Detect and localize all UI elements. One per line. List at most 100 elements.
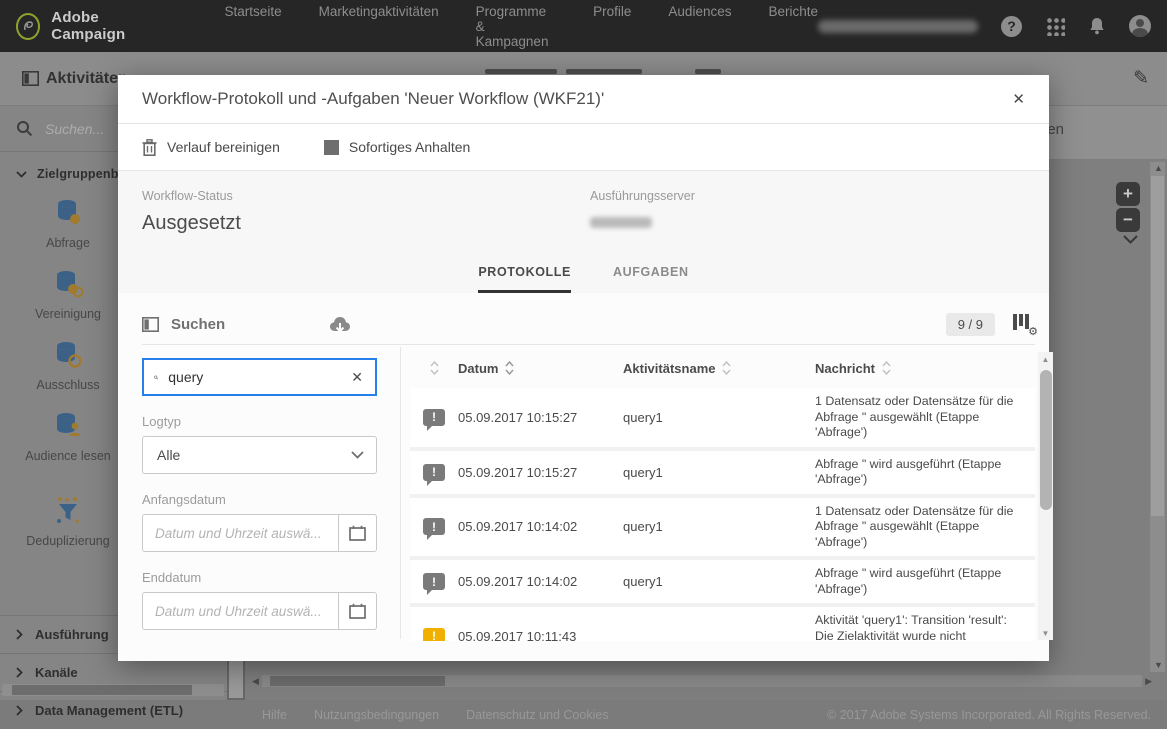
sort-icon [882,361,891,375]
chevron-right-icon [16,705,23,716]
canvas-horizontal-scrollbar[interactable]: ◀ ▶ [252,674,1152,688]
log-message: Abfrage " wird ausgeführt (Etappe 'Abfra… [815,457,1035,488]
chevron-down-icon [16,171,27,178]
clear-search-icon[interactable]: ✕ [349,369,365,386]
log-table-scrollbar[interactable]: ▲ ▼ [1038,352,1053,640]
sidebar-item-audience-lesen[interactable]: Audience lesen [25,409,110,463]
top-nav: Adobe Campaign Startseite Marketingaktiv… [0,0,1167,52]
log-activity: query1 [623,574,815,589]
sidebar-search-placeholder: Suchen... [45,121,104,137]
hidden-heading-fragment [566,69,642,74]
sort-severity-icon[interactable] [410,361,458,375]
log-date: 05.09.2017 10:15:27 [458,465,623,480]
sidebar-item-deduplizierung[interactable]: Deduplizierung [26,494,109,548]
nav-item-berichte[interactable]: Berichte [768,4,818,49]
column-header-datum[interactable]: Datum [458,361,623,376]
nav-item-profile[interactable]: Profile [593,4,631,49]
scrollbar-thumb[interactable] [1040,370,1052,510]
db-query-icon [52,196,84,228]
nav-item-marketingaktivitaeten[interactable]: Marketingaktivitäten [319,4,439,49]
nav-right: ? [818,15,1151,37]
nav-item-audiences[interactable]: Audiences [668,4,731,49]
column-settings-icon[interactable]: ⚙ [1013,314,1035,334]
end-date-field [142,592,377,630]
tab-protokolle[interactable]: PROTOKOLLE [478,265,571,293]
table-row[interactable]: 05.09.2017 10:14:02 query1 Abfrage " wir… [410,560,1035,603]
dedup-funnel-icon [51,494,85,526]
help-icon[interactable]: ? [1001,16,1022,37]
sidebar-section-data-management[interactable]: Data Management (ETL) [0,691,227,729]
db-exclusion-icon [52,338,84,370]
workflow-status-label: Workflow-Status [142,189,241,203]
activities-panel-icon[interactable] [22,71,39,86]
table-row[interactable]: 05.09.2017 10:14:02 query1 1 Datensatz o… [410,498,1035,557]
zoom-in-button[interactable]: + [1116,182,1140,206]
footer-link-nutzungsbedingungen[interactable]: Nutzungsbedingungen [314,708,439,722]
edit-pencil-icon[interactable]: ✎ [1133,67,1149,90]
log-panel-header: Suchen 9 / 9 ⚙ [142,308,1035,340]
sidebar-item-abfrage[interactable]: Abfrage [46,196,90,250]
divider [400,347,401,639]
log-date: 05.09.2017 10:15:27 [458,410,623,425]
account-icon[interactable] [1129,15,1151,37]
sidebar-item-ausschluss[interactable]: Ausschluss [36,338,99,392]
db-audience-icon [52,409,84,441]
nav-menu: Startseite Marketingaktivitäten Programm… [225,4,818,49]
modal-title: Workflow-Protokoll und -Aufgaben 'Neuer … [142,89,604,109]
brand-title: Adobe Campaign [51,9,162,43]
log-filter-panel: ✕ Logtyp Alle Anfangsdatum Enddatum [142,358,377,630]
zoom-out-button[interactable]: − [1116,208,1140,232]
log-severity-icon [423,573,445,590]
log-severity-icon [423,628,445,641]
nav-item-startseite[interactable]: Startseite [225,4,282,49]
search-icon [154,370,158,385]
log-search-input[interactable] [168,369,349,385]
modal-status-band: Workflow-Status Ausgesetzt Ausführungsse… [118,170,1049,293]
log-message: Aktivität 'query1': Transition 'result':… [815,613,1035,641]
footer-link-datenschutz[interactable]: Datenschutz und Cookies [466,708,608,722]
download-logs-icon[interactable] [329,315,351,334]
tab-aufgaben[interactable]: AUFGABEN [613,265,689,293]
logtype-selected-value: Alle [157,447,351,463]
column-header-aktivitaetsname[interactable]: Aktivitätsname [623,361,815,376]
close-icon[interactable]: ✕ [1008,86,1029,112]
sidebar-item-vereinigung[interactable]: Vereinigung [35,267,101,321]
canvas-chevron-down-icon[interactable] [1123,235,1138,244]
end-date-input[interactable] [143,593,338,629]
log-date: 05.09.2017 10:14:02 [458,519,623,534]
filter-panel-toggle-icon[interactable] [142,317,159,332]
bell-icon[interactable] [1088,17,1106,36]
stop-immediately-button[interactable]: Sofortiges Anhalten [324,139,470,155]
redacted-org-name [818,20,978,33]
logtype-label: Logtyp [142,414,377,429]
start-date-calendar-button[interactable] [338,515,376,551]
filter-panel-title: Suchen [171,316,225,333]
chevron-right-icon [16,629,23,640]
sort-icon [722,361,731,375]
scroll-up-arrow-icon[interactable]: ▲ [1038,352,1053,366]
adobe-campaign-logo-icon[interactable] [16,13,40,40]
column-header-nachricht[interactable]: Nachricht [815,361,1035,376]
footer-link-hilfe[interactable]: Hilfe [262,708,287,722]
nav-item-programme-kampagnen[interactable]: Programme & Kampagnen [476,4,557,49]
logtype-select[interactable]: Alle [142,436,377,474]
log-table-header: Datum Aktivitätsname Nachricht [410,352,1035,384]
log-activity: query1 [623,465,815,480]
modal-header: Workflow-Protokoll und -Aufgaben 'Neuer … [118,75,1049,123]
table-row[interactable]: 05.09.2017 10:11:43 Aktivität 'query1': … [410,607,1035,641]
scroll-down-arrow-icon[interactable]: ▼ [1038,626,1053,640]
table-row[interactable]: 05.09.2017 10:15:27 query1 Abfrage " wir… [410,451,1035,494]
end-date-calendar-button[interactable] [338,593,376,629]
start-date-input[interactable] [143,515,338,551]
log-search-field: ✕ [142,358,377,396]
table-row[interactable]: 05.09.2017 10:15:27 query1 1 Datensatz o… [410,388,1035,447]
execution-server-label: Ausführungsserver [590,189,695,203]
truncated-label: en [1047,121,1064,138]
workflow-log-modal: Workflow-Protokoll und -Aufgaben 'Neuer … [118,75,1049,661]
clear-history-button[interactable]: Verlauf bereinigen [142,139,280,156]
log-message: 1 Datensatz oder Datensätze für die Abfr… [815,504,1035,551]
canvas-right-scrollbar[interactable]: ▲ ▼ [1150,162,1165,672]
row-counter-badge: 9 / 9 [946,313,995,336]
apps-grid-icon[interactable] [1045,16,1065,36]
sidebar-horizontal-scrollbar[interactable] [2,684,224,696]
